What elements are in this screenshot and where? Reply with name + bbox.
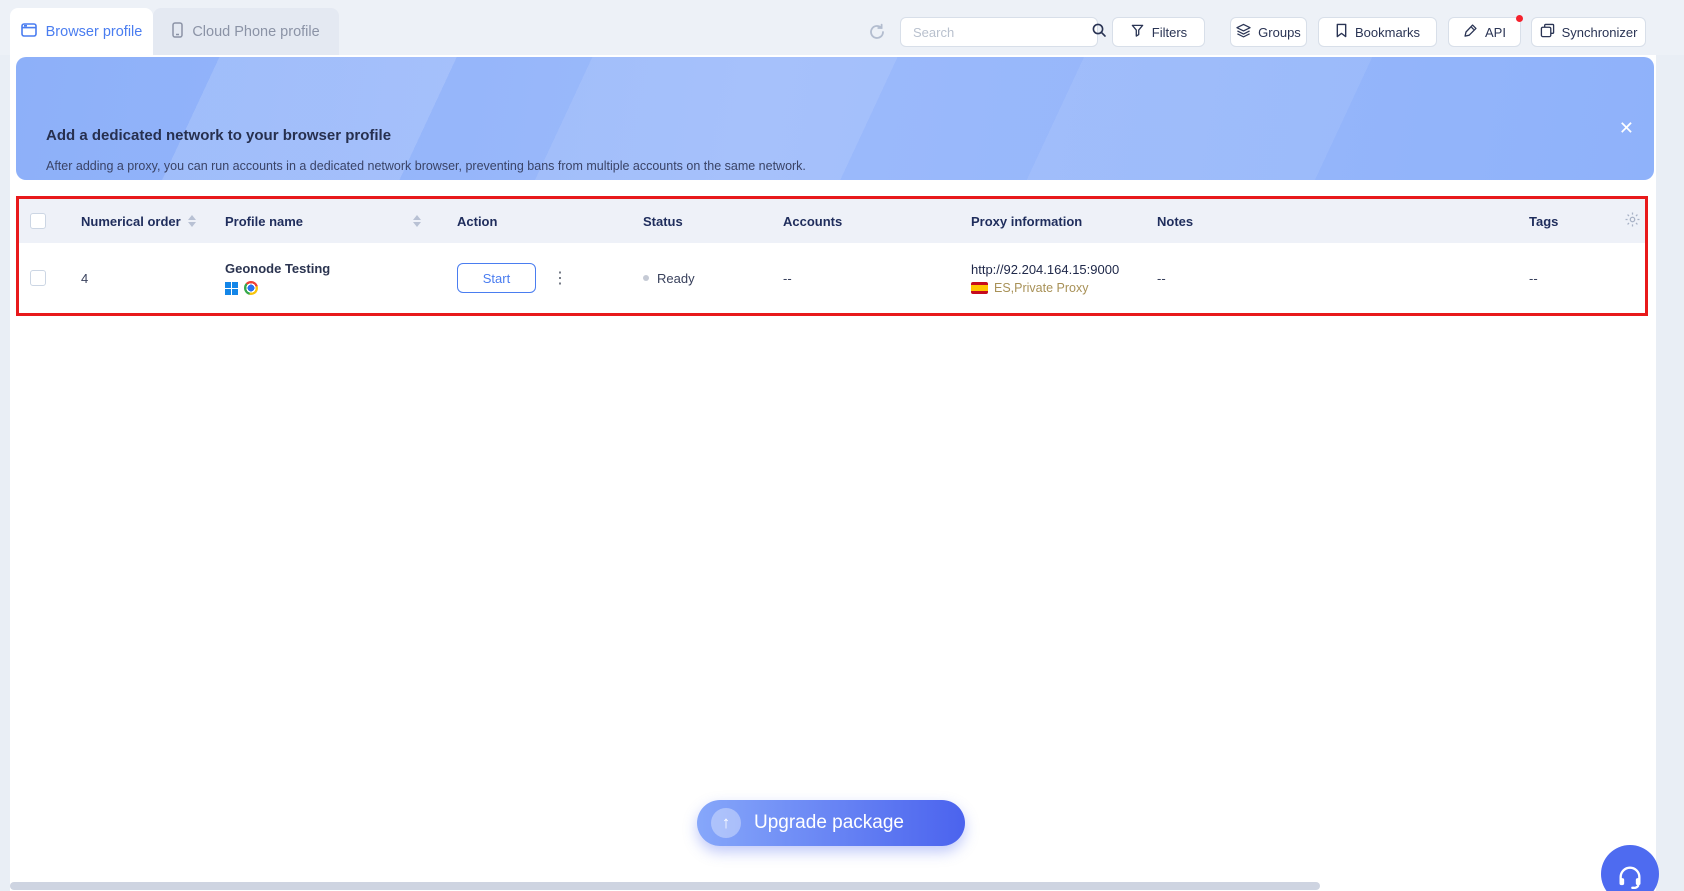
table-row: 4 Geonode Testing Start ⋮ Ready -- http:…: [19, 243, 1645, 313]
headset-icon: [1616, 863, 1644, 891]
header-notes: Notes: [1157, 213, 1194, 229]
bookmark-icon: [1335, 23, 1348, 41]
tab-label: Cloud Phone profile: [192, 23, 320, 40]
upgrade-package-button[interactable]: ↑ Upgrade package: [697, 800, 965, 846]
phone-icon: [172, 21, 184, 42]
api-label: API: [1485, 24, 1506, 40]
groups-button[interactable]: Groups: [1230, 17, 1307, 47]
tab-cloud-phone-profile[interactable]: Cloud Phone profile: [153, 8, 339, 55]
api-notification-dot: [1516, 15, 1523, 22]
filter-funnel-icon: [1130, 23, 1145, 41]
search-box: [900, 17, 1106, 47]
profile-name: Geonode Testing: [225, 261, 331, 276]
header-accounts: Accounts: [783, 213, 843, 229]
bookmarks-label: Bookmarks: [1354, 24, 1421, 40]
synchronizer-label: Synchronizer: [1561, 24, 1638, 40]
banner-description: After adding a proxy, you can run accoun…: [46, 159, 806, 173]
spain-flag-icon: [971, 281, 988, 294]
refresh-icon[interactable]: [868, 23, 886, 41]
top-tab-bar: Browser profile Cloud Phone profile Sear…: [0, 0, 1684, 55]
proxy-location: ES,Private Proxy: [994, 280, 1089, 295]
tab-browser-profile[interactable]: Browser profile: [10, 8, 153, 55]
accounts-value: --: [783, 270, 792, 286]
start-button[interactable]: Start: [457, 263, 536, 293]
header-tags: Tags: [1529, 213, 1559, 229]
bookmarks-button[interactable]: Bookmarks: [1318, 17, 1437, 47]
horizontal-scrollbar[interactable]: [10, 882, 1320, 890]
upgrade-label: Upgrade package: [754, 812, 904, 833]
header-profile-name: Profile name: [225, 213, 304, 229]
api-button[interactable]: API: [1448, 15, 1523, 47]
header-numerical-order: Numerical order: [81, 213, 181, 229]
row-numerical-order: 4: [81, 270, 89, 286]
windows-icon: [225, 281, 238, 295]
close-icon[interactable]: ✕: [1619, 119, 1634, 137]
sync-windows-icon: [1540, 23, 1555, 41]
synchronizer-button[interactable]: Synchronizer: [1531, 17, 1646, 47]
notes-value: --: [1157, 270, 1166, 286]
app-window: Browser profile Cloud Phone profile Sear…: [0, 0, 1684, 891]
status-dot-icon: [643, 275, 649, 281]
filters-label: Filters: [1151, 24, 1188, 40]
tags-value: --: [1529, 270, 1538, 286]
banner-title: Add a dedicated network to your browser …: [46, 127, 392, 144]
pen-api-icon: [1463, 23, 1478, 41]
layers-icon: [1236, 23, 1251, 41]
select-all-checkbox[interactable]: [30, 213, 46, 229]
sort-icon[interactable]: [413, 215, 421, 227]
tab-label: Browser profile: [45, 23, 143, 40]
search-input[interactable]: [911, 23, 1091, 41]
more-options-icon[interactable]: ⋮: [552, 268, 568, 288]
header-proxy-information: Proxy information: [971, 213, 1083, 229]
sort-icon[interactable]: [187, 215, 196, 227]
header-status: Status: [643, 213, 683, 229]
filters-button[interactable]: Filters: [1112, 17, 1205, 47]
up-arrow-icon: ↑: [711, 808, 741, 838]
table-header-row: Numerical order Profile name Action Stat…: [19, 199, 1645, 243]
profiles-table: Numerical order Profile name Action Stat…: [16, 196, 1648, 316]
chrome-icon: [244, 281, 258, 295]
gear-icon[interactable]: [1624, 211, 1641, 231]
proxy-url: http://92.204.164.15:9000: [971, 261, 1120, 277]
proxy-promo-banner: Add a dedicated network to your browser …: [16, 57, 1654, 180]
search-icon[interactable]: [1091, 22, 1107, 43]
status-text: Ready: [657, 270, 695, 286]
browser-window-icon: [20, 22, 37, 41]
row-checkbox[interactable]: [30, 270, 46, 286]
header-action: Action: [457, 213, 498, 229]
groups-label: Groups: [1258, 24, 1301, 40]
main-panel: [10, 55, 1656, 891]
